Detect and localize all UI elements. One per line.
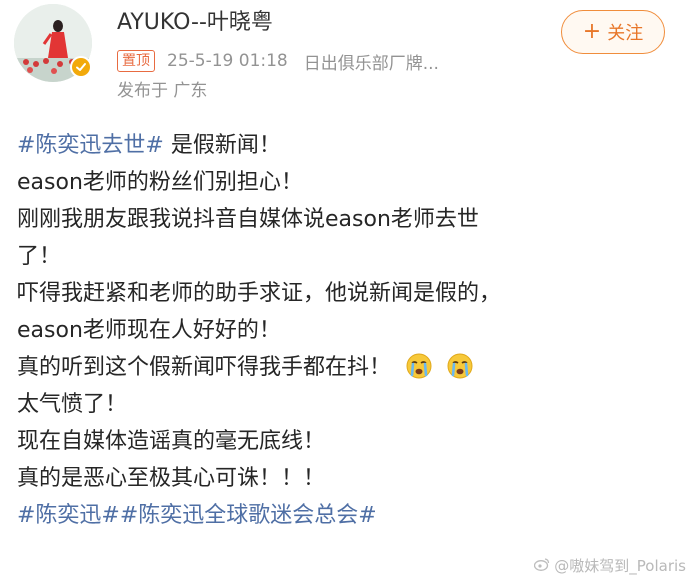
post-meta: 置顶 25-5-19 01:18 日出俱乐部厂牌... [117, 48, 439, 74]
crying-face-icon [406, 353, 432, 379]
watermark: @嗷妹驾到_Polaris [534, 555, 686, 576]
weibo-post-card: AYUKO--叶晓粤 置顶 25-5-19 01:18 日出俱乐部厂牌... 发… [0, 0, 692, 580]
post-body: #陈奕迅去世# 是假新闻！ eason老师的粉丝们别担心！ 刚刚我朋友跟我说抖音… [17, 127, 667, 534]
follow-label: 关注 [607, 23, 644, 44]
post-line: eason老师的粉丝们别担心！ [17, 170, 303, 195]
crying-face-icon [447, 353, 473, 379]
post-line: 刚刚我朋友跟我说抖音自媒体说eason老师去世 [17, 207, 479, 232]
hashtag-link[interactable]: #陈奕迅去世# [17, 133, 164, 158]
post-line: 真的听到这个假新闻吓得我手都在抖！ [17, 349, 667, 386]
verified-badge [70, 56, 92, 78]
post-line: 现在自媒体造谣真的毫无底线！ [17, 429, 326, 454]
follow-button[interactable]: + 关注 [561, 10, 665, 54]
watermark-text: @嗷妹驾到_Polaris [554, 557, 686, 575]
post-line: #陈奕迅去世# 是假新闻！ [17, 127, 667, 164]
post-text: 真的听到这个假新闻吓得我手都在抖！ [17, 355, 392, 380]
username[interactable]: AYUKO--叶晓粤 [117, 8, 273, 38]
post-timestamp: 25-5-19 01:18 [167, 51, 288, 71]
post-line: 了！ [17, 244, 62, 269]
post-source[interactable]: 日出俱乐部厂牌... [304, 49, 439, 74]
weibo-logo-icon [534, 557, 550, 575]
gold-verified-badge-icon [72, 58, 90, 76]
hashtag-link[interactable]: #陈奕迅# [17, 503, 120, 528]
post-line: 太气愤了！ [17, 392, 128, 417]
plus-icon: + [582, 19, 602, 44]
hashtag-link[interactable]: #陈奕迅全球歌迷会总会# [120, 503, 377, 528]
post-line: #陈奕迅##陈奕迅全球歌迷会总会# [17, 497, 667, 534]
post-line: eason老师现在人好好的！ [17, 318, 281, 343]
post-line: 真的是恶心至极其心可诛！！！ [17, 466, 326, 491]
post-text: 是假新闻！ [163, 133, 281, 158]
post-location: 发布于 广东 [117, 81, 208, 101]
pinned-badge: 置顶 [117, 50, 155, 72]
post-line: 吓得我赶紧和老师的助手求证，他说新闻是假的， [17, 281, 502, 306]
